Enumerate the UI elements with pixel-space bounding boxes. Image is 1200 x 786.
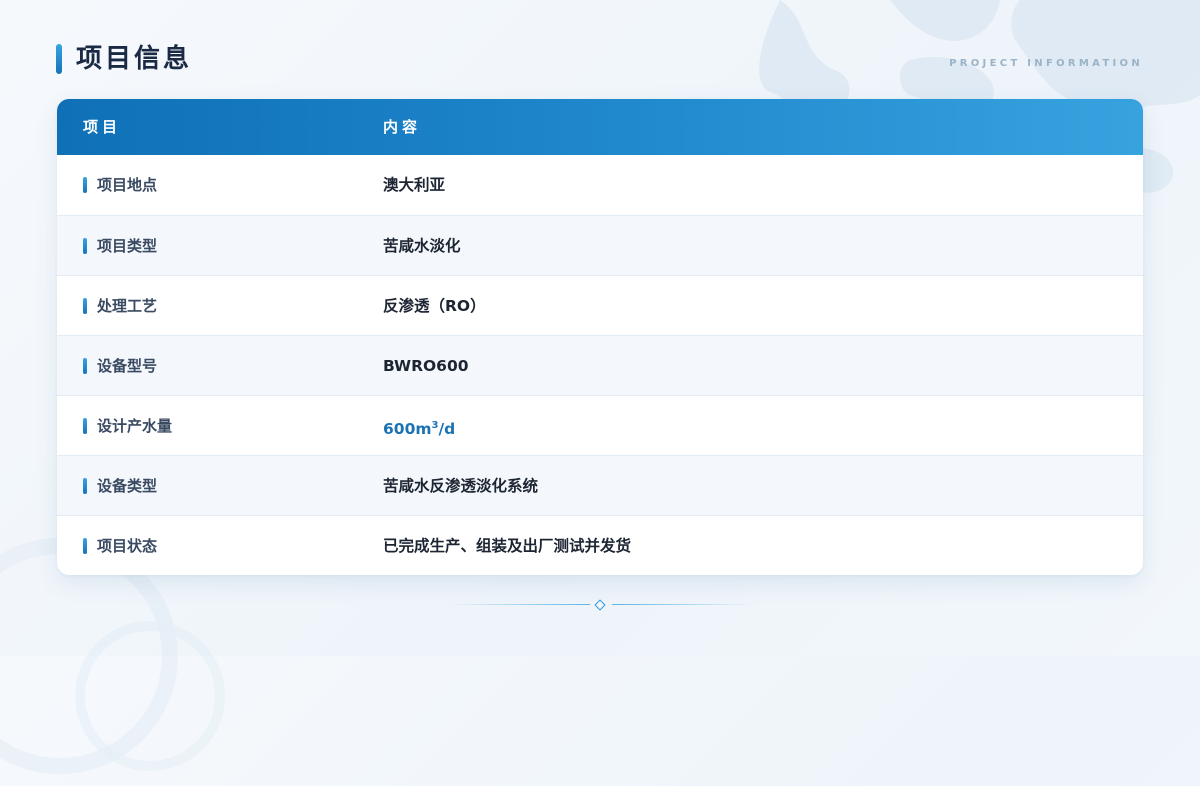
row-label: 设备型号	[97, 357, 158, 375]
row-marker-icon	[83, 238, 87, 254]
table-body: 项目地点 澳大利亚 项目类型 苦咸水淡化 处理工艺 反渗透（RO） 设备型号 B…	[57, 155, 1143, 575]
column-header-item: 项目	[83, 118, 122, 136]
row-value-capacity: 600m3/d	[383, 396, 455, 459]
diamond-icon	[594, 599, 606, 611]
page-title: 项目信息	[76, 44, 193, 74]
capacity-unit: /d	[438, 420, 456, 439]
divider-line-left	[448, 604, 590, 605]
row-marker-icon	[83, 177, 87, 193]
table-row-project-type: 项目类型 苦咸水淡化	[57, 215, 1143, 275]
row-value: 苦咸水反渗透淡化系统	[383, 477, 539, 495]
row-label: 项目地点	[97, 176, 158, 194]
table-row-status: 项目状态 已完成生产、组装及出厂测试并发货	[57, 515, 1143, 575]
row-value: 苦咸水淡化	[383, 237, 461, 255]
page-header: 项目信息 PROJECT INFORMATION	[56, 40, 1143, 76]
row-label: 设备类型	[97, 477, 158, 495]
row-label: 项目状态	[97, 537, 158, 555]
row-value: 已完成生产、组装及出厂测试并发货	[383, 537, 632, 555]
title-accent-bar	[56, 44, 62, 74]
divider-line-right	[612, 604, 754, 605]
row-value: 反渗透（RO）	[383, 297, 486, 315]
table-header: 项目 内容	[57, 99, 1143, 155]
project-info-table: 项目 内容 项目地点 澳大利亚 项目类型 苦咸水淡化 处理工艺 反渗透（RO） …	[57, 99, 1143, 575]
row-value: 澳大利亚	[383, 176, 446, 194]
page-subtitle: PROJECT INFORMATION	[949, 58, 1143, 69]
row-marker-icon	[83, 478, 87, 494]
row-label: 处理工艺	[97, 297, 158, 315]
table-row-location: 项目地点 澳大利亚	[57, 155, 1143, 215]
table-row-model: 设备型号 BWRO600	[57, 335, 1143, 395]
row-marker-icon	[83, 358, 87, 374]
row-value: BWRO600	[383, 357, 469, 375]
table-row-process: 处理工艺 反渗透（RO）	[57, 275, 1143, 335]
column-header-content: 内容	[383, 118, 422, 136]
row-marker-icon	[83, 298, 87, 314]
row-marker-icon	[83, 538, 87, 554]
section-divider	[448, 597, 754, 613]
table-row-capacity: 设计产水量 600m3/d	[57, 395, 1143, 455]
row-marker-icon	[83, 418, 87, 434]
table-row-equipment-type: 设备类型 苦咸水反渗透淡化系统	[57, 455, 1143, 515]
capacity-number: 600m	[383, 420, 432, 439]
row-label: 项目类型	[97, 237, 158, 255]
row-label: 设计产水量	[97, 417, 173, 435]
